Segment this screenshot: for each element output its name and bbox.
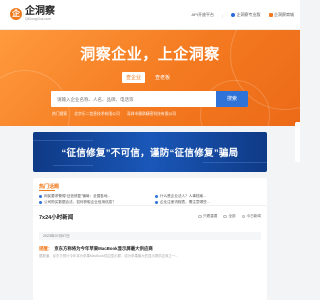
top-bar: 企 企洞察 QiDongCha.com API开放平台 | 企洞察专业版 企洞察…: [0, 0, 300, 30]
hero-title: 洞察企业，上企洞察: [80, 46, 220, 63]
filter-all[interactable]: 全部: [223, 214, 236, 219]
mall-link[interactable]: 企洞察商城: [268, 12, 294, 18]
hot-search-item[interactable]: 深圳市雅琪精密科技有限公司: [127, 112, 176, 117]
filter-today[interactable]: 今日新闻: [241, 214, 261, 219]
title-underline: [39, 190, 55, 191]
feed-summary: 据报道，京东方预计今年将为苹果MacBook供应显示屏，成为苹果最大的显示屏供应…: [39, 254, 179, 258]
tab-boss[interactable]: 查老板: [151, 72, 174, 83]
logo-subtitle: QiDongCha.com: [25, 17, 51, 21]
side-toolbar[interactable]: [295, 122, 300, 162]
promo-banner[interactable]: “征信修复”不可信，谨防“征信修复”骗局: [33, 132, 267, 172]
news-feed: 7x24小时新闻 只看重要 全部 今日新闻 2023年07月07日 提醒： 京东…: [33, 205, 267, 300]
radio-icon: [198, 214, 202, 219]
pro-version-link[interactable]: 企洞察专业版: [231, 12, 261, 18]
api-platform-link[interactable]: API开放平台: [192, 12, 214, 18]
divider: |: [221, 12, 223, 18]
tab-company[interactable]: 查企业: [122, 72, 146, 83]
list-item[interactable]: 什么是企业法人？人事档案...: [155, 194, 206, 199]
search-box: 搜索: [51, 91, 248, 107]
feed-tag: 提醒：: [39, 246, 53, 251]
decoration: [203, 162, 267, 163]
logo-name: 企洞察: [25, 6, 55, 17]
radio-icon: [241, 214, 246, 219]
logo[interactable]: 企 企洞察 QiDongCha.com: [10, 6, 55, 21]
card-title: 热门话题: [39, 184, 60, 190]
top-links: API开放平台 | 企洞察专业版 企洞察商城: [192, 12, 295, 18]
list-item[interactable]: 网民要求警惕“征信修复”骗局：全国各地...: [39, 194, 110, 199]
decoration: [33, 140, 93, 141]
decoration: [53, 165, 93, 166]
bullet-icon: [155, 195, 158, 198]
hot-search-item[interactable]: 北京乐二信息技术有限公司: [74, 112, 120, 117]
banner-text: “征信修复”不可信，谨防“征信修复”骗局: [61, 148, 239, 159]
logo-icon: 企: [10, 7, 22, 20]
mall-icon: [268, 13, 273, 17]
feed-title: 7x24小时新闻: [39, 215, 74, 221]
feed-headline-text: 京东方称将为今年苹果MacBook显示屏最大供应商: [54, 246, 153, 251]
hot-searches: 热门搜索 北京乐二信息技术有限公司 深圳市雅琪精密科技有限公司: [52, 112, 176, 117]
bullet-icon: [39, 195, 42, 198]
hero-section: 洞察企业，上企洞察 查企业 查老板 搜索 热门搜索 北京乐二信息技术有限公司 深…: [0, 30, 300, 126]
search-tabs: 查企业 查老板: [122, 72, 174, 83]
filter-important[interactable]: 只看重要: [198, 214, 217, 219]
bullet-icon: [155, 201, 158, 204]
date-header: 2023年07月07日: [39, 232, 261, 240]
search-input[interactable]: [51, 91, 216, 107]
pro-icon: [231, 13, 235, 17]
hot-search-label: 热门搜索: [52, 112, 68, 116]
bullet-icon: [39, 201, 42, 204]
radio-icon: [223, 214, 227, 219]
feed-filters: 只看重要 全部 今日新闻: [198, 214, 261, 219]
feed-headline[interactable]: 提醒： 京东方称将为今年苹果MacBook显示屏最大供应商: [39, 246, 261, 252]
search-button[interactable]: 搜索: [216, 91, 248, 107]
